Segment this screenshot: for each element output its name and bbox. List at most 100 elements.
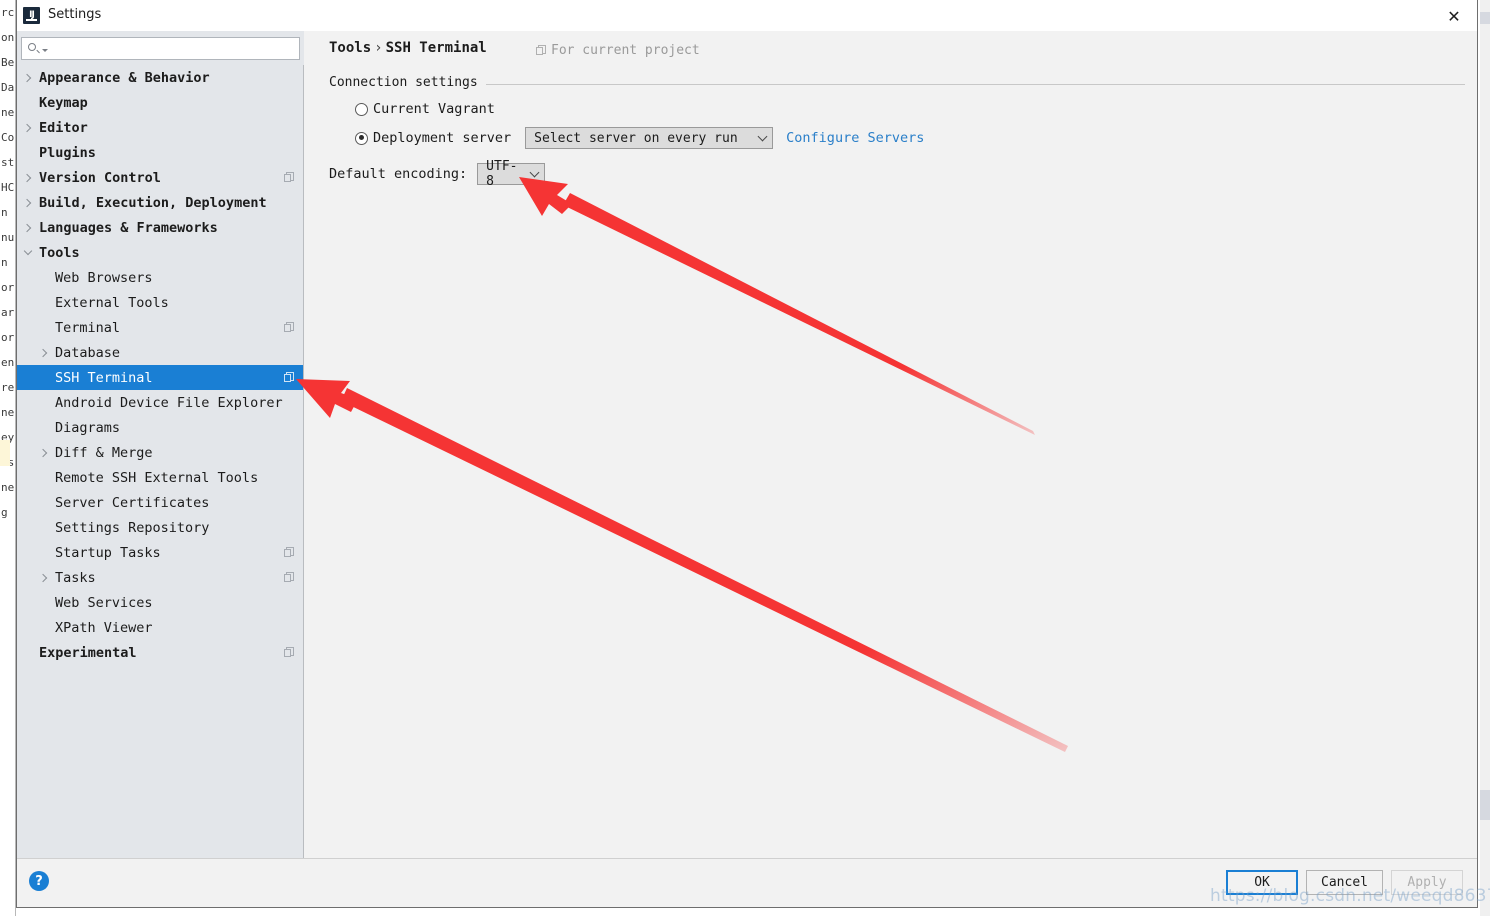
sidebar-item-tasks[interactable]: Tasks (17, 565, 303, 590)
sidebar-item-label: Settings Repository (55, 519, 210, 536)
background-text-fragment: on (1, 31, 15, 44)
sidebar-item-diff-merge[interactable]: Diff & Merge (17, 440, 303, 465)
chevron-down-icon[interactable] (21, 240, 35, 265)
radio-row-current-vagrant[interactable]: Current Vagrant (329, 101, 1465, 117)
sidebar-item-label: Plugins (39, 144, 96, 161)
background-editor-bottom (0, 870, 14, 900)
encoding-select-value: UTF-8 (486, 159, 518, 189)
intellij-idea-icon: IJ (23, 7, 40, 24)
sidebar-item-label: Terminal (55, 319, 121, 336)
sidebar-item-label: Tasks (55, 569, 96, 586)
radio-deployment-server[interactable] (355, 131, 368, 145)
sidebar-item-label: Version Control (39, 169, 161, 186)
sidebar-item-label: Tools (39, 244, 80, 261)
help-icon[interactable]: ? (29, 871, 49, 891)
sidebar-item-label: Diagrams (55, 419, 121, 436)
chevron-right-icon[interactable] (37, 340, 51, 365)
sidebar-item-label: Web Browsers (55, 269, 153, 286)
background-text-fragment: en (1, 356, 15, 369)
settings-tree[interactable]: Appearance & Behavior Keymap Editor Plugins… (17, 65, 303, 859)
sidebar-item-editor[interactable]: Editor (17, 115, 303, 140)
chevron-down-icon (529, 167, 540, 178)
sidebar-item-appearance-behavior[interactable]: Appearance & Behavior (17, 65, 303, 90)
background-text-fragment: g (1, 506, 8, 519)
settings-main-panel: Tools › SSH Terminal For current project C… (305, 31, 1477, 859)
sidebar-item-keymap[interactable]: Keymap (17, 90, 303, 115)
background-text-fragment: or (1, 331, 15, 344)
screenshot-root: rconBeDaneCostHCnnunorarorenreneeynsneg … (0, 0, 1490, 916)
sidebar-item-label: Build, Execution, Deployment (39, 194, 267, 211)
sidebar-item-label: Languages & Frameworks (39, 219, 218, 236)
sidebar-item-diagrams[interactable]: Diagrams (17, 415, 303, 440)
server-select-value: Select server on every run (534, 130, 738, 146)
sidebar-item-version-control[interactable]: Version Control (17, 165, 303, 190)
chevron-right-icon[interactable] (21, 115, 35, 140)
sidebar-item-label: Remote SSH External Tools (55, 469, 259, 486)
sidebar-item-label: Android Device File Explorer (55, 394, 283, 411)
sidebar-item-database[interactable]: Database (17, 340, 303, 365)
sidebar-item-build-execution-deployment[interactable]: Build, Execution, Deployment (17, 190, 303, 215)
cancel-button[interactable]: Cancel (1306, 870, 1383, 895)
sidebar-item-label: Experimental (39, 644, 137, 661)
background-text-fragment: or (1, 281, 15, 294)
sidebar-item-web-browsers[interactable]: Web Browsers (17, 265, 303, 290)
breadcrumb-root[interactable]: Tools (329, 40, 371, 56)
sidebar-item-label: Database (55, 344, 121, 361)
background-editor-right-strip (1480, 0, 1490, 916)
chevron-down-icon (757, 131, 768, 142)
breadcrumb: Tools › SSH Terminal (329, 40, 487, 56)
group-title: Connection settings (329, 75, 486, 90)
sidebar-item-server-certificates[interactable]: Server Certificates (17, 490, 303, 515)
sidebar-item-languages-frameworks[interactable]: Languages & Frameworks (17, 215, 303, 240)
sidebar-item-plugins[interactable]: Plugins (17, 140, 303, 165)
sidebar-item-label: Startup Tasks (55, 544, 161, 561)
project-scope-icon (284, 572, 295, 583)
background-text-fragment: Da (1, 81, 15, 94)
radio-row-deployment-server[interactable]: Deployment server Select server on every… (329, 127, 1465, 149)
background-text-fragment: Be (1, 56, 15, 69)
sidebar-item-settings-repository[interactable]: Settings Repository (17, 515, 303, 540)
sidebar-item-web-services[interactable]: Web Services (17, 590, 303, 615)
sidebar-item-terminal[interactable]: Terminal (17, 315, 303, 340)
sidebar-item-label: Appearance & Behavior (39, 69, 210, 86)
background-text-fragment: rc (1, 6, 15, 19)
sidebar-item-startup-tasks[interactable]: Startup Tasks (17, 540, 303, 565)
encoding-select[interactable]: UTF-8 (477, 159, 546, 189)
search-box[interactable] (21, 36, 300, 60)
chevron-right-icon[interactable] (37, 440, 51, 465)
server-select[interactable]: Select server on every run (525, 127, 774, 149)
scope-note-label: For current project (551, 43, 700, 58)
apply-button[interactable]: Apply (1391, 870, 1463, 895)
sidebar-item-xpath-viewer[interactable]: XPath Viewer (17, 615, 303, 640)
radio-current-vagrant[interactable] (355, 102, 368, 116)
background-scrollbar-thumb-top[interactable] (1480, 12, 1490, 24)
dialog-titlebar: IJ Settings ✕ (17, 0, 1477, 32)
close-icon[interactable]: ✕ (1441, 4, 1467, 28)
chevron-right-icon[interactable] (21, 215, 35, 240)
background-text-fragment: HC (1, 181, 15, 194)
sidebar-item-tools[interactable]: Tools (17, 240, 303, 265)
project-scope-icon (284, 372, 295, 383)
chevron-right-icon[interactable] (21, 190, 35, 215)
configure-servers-link[interactable]: Configure Servers (786, 130, 924, 146)
background-text-fragment: nu (1, 231, 15, 244)
sidebar-item-remote-ssh-external-tools[interactable]: Remote SSH External Tools (17, 465, 303, 490)
search-icon (28, 42, 41, 55)
search-container (17, 31, 304, 65)
chevron-right-icon[interactable] (21, 65, 35, 90)
sidebar-item-experimental[interactable]: Experimental (17, 640, 303, 665)
ok-button[interactable]: OK (1226, 870, 1299, 895)
chevron-right-icon[interactable] (21, 165, 35, 190)
sidebar-item-label: Keymap (39, 94, 88, 111)
background-text-fragment: ne (1, 406, 15, 419)
sidebar-item-external-tools[interactable]: External Tools (17, 290, 303, 315)
dialog-button-group: OK Cancel Apply (1218, 870, 1463, 895)
project-scope-icon (284, 172, 295, 183)
sidebar-item-label: XPath Viewer (55, 619, 153, 636)
background-scrollbar-thumb-bottom[interactable] (1480, 790, 1490, 820)
sidebar-item-ssh-terminal[interactable]: SSH Terminal (17, 365, 303, 390)
search-input[interactable] (48, 40, 299, 56)
sidebar-item-android-device-file-explorer[interactable]: Android Device File Explorer (17, 390, 303, 415)
chevron-right-icon[interactable] (37, 565, 51, 590)
background-text-fragment: n (1, 256, 8, 269)
